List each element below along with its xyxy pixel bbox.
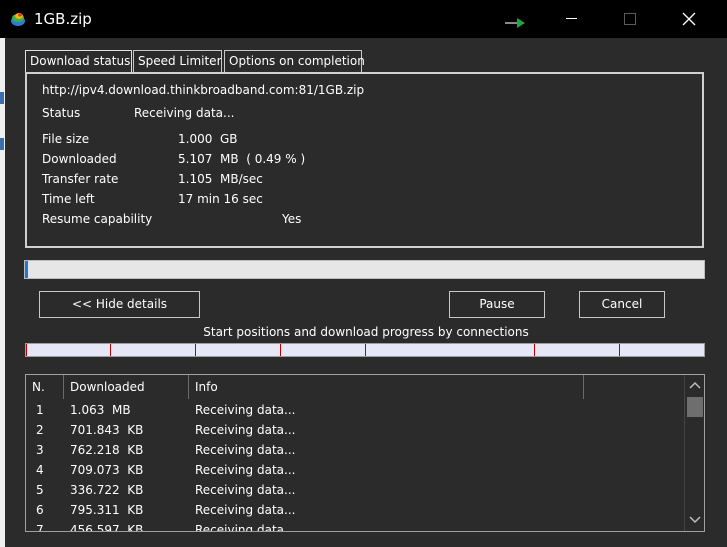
hide-details-button[interactable]: << Hide details bbox=[39, 291, 200, 318]
close-icon bbox=[682, 12, 696, 26]
download-window: 1GB.zip Download status Speed Limiter Op… bbox=[0, 0, 727, 547]
status-value: Receiving data... bbox=[134, 106, 235, 120]
minimize-icon bbox=[566, 18, 577, 19]
cell-info: Receiving data... bbox=[195, 503, 296, 517]
table-row[interactable]: 5 336.722 KB Receiving data... bbox=[26, 480, 684, 500]
downloaded-value: 5.107 MB ( 0.49 % ) bbox=[178, 152, 306, 166]
tab-speed-limiter[interactable]: Speed Limiter bbox=[133, 50, 222, 72]
cell-downloaded: 795.311 KB bbox=[70, 503, 144, 517]
column-header-info[interactable]: Info bbox=[189, 375, 584, 399]
cell-downloaded: 701.843 KB bbox=[70, 423, 144, 437]
title-bar[interactable]: 1GB.zip bbox=[0, 0, 727, 38]
window-title: 1GB.zip bbox=[34, 10, 92, 28]
table-row[interactable]: 2 701.843 KB Receiving data... bbox=[26, 420, 684, 440]
download-progress-bar bbox=[24, 260, 705, 279]
cell-info: Receiving data... bbox=[195, 403, 296, 417]
table-row[interactable]: 7 456.597 KB Receiving data... bbox=[26, 520, 684, 532]
table-scrollbar[interactable] bbox=[684, 375, 704, 531]
tab-options-on-completion[interactable]: Options on completion bbox=[224, 50, 365, 72]
connection-start-marker bbox=[26, 344, 27, 356]
time-left-label: Time left bbox=[42, 192, 95, 206]
cell-downloaded: 456.597 KB bbox=[70, 523, 144, 532]
maximize-button[interactable] bbox=[600, 0, 658, 38]
table-row[interactable]: 6 795.311 KB Receiving data... bbox=[26, 500, 684, 520]
column-header-empty bbox=[584, 375, 684, 399]
table-row[interactable]: 3 762.218 KB Receiving data... bbox=[26, 440, 684, 460]
connections-progress-bar bbox=[25, 343, 705, 357]
downloaded-label: Downloaded bbox=[42, 152, 117, 166]
table-row[interactable]: 4 709.073 KB Receiving data... bbox=[26, 460, 684, 480]
table-header: N. Downloaded Info bbox=[26, 375, 684, 399]
column-header-n[interactable]: N. bbox=[26, 375, 64, 399]
download-progress-fill bbox=[25, 261, 29, 278]
connection-start-marker bbox=[365, 344, 366, 356]
cell-downloaded: 762.218 KB bbox=[70, 443, 144, 457]
cell-info: Receiving data... bbox=[195, 443, 296, 457]
status-label: Status bbox=[42, 106, 81, 120]
cell-n: 5 bbox=[36, 483, 44, 497]
cell-downloaded: 336.722 KB bbox=[70, 483, 144, 497]
close-button[interactable] bbox=[660, 0, 718, 38]
download-url: http://ipv4.download.thinkbroadband.com:… bbox=[42, 83, 365, 97]
connections-caption: Start positions and download progress by… bbox=[203, 325, 529, 339]
background-marker bbox=[0, 92, 4, 104]
idm-globe-icon bbox=[11, 13, 25, 26]
chevron-up-icon[interactable] bbox=[688, 380, 702, 390]
cell-n: 6 bbox=[36, 503, 44, 517]
table-row[interactable]: 1 1.063 MB Receiving data... bbox=[26, 400, 684, 420]
cell-info: Receiving data... bbox=[195, 423, 296, 437]
chevron-down-icon[interactable] bbox=[688, 515, 702, 525]
cell-n: 7 bbox=[36, 523, 44, 532]
cell-info: Receiving data... bbox=[195, 523, 296, 532]
connection-start-marker bbox=[280, 344, 281, 356]
cell-n: 2 bbox=[36, 423, 44, 437]
download-status-panel: http://ipv4.download.thinkbroadband.com:… bbox=[25, 72, 704, 248]
transfer-rate-value: 1.105 MB/sec bbox=[178, 172, 263, 186]
cell-n: 1 bbox=[36, 403, 44, 417]
resume-capability-value: Yes bbox=[282, 212, 302, 226]
connection-start-marker bbox=[534, 344, 535, 356]
cell-n: 4 bbox=[36, 463, 44, 477]
maximize-icon bbox=[624, 13, 636, 25]
minimize-button[interactable] bbox=[542, 0, 600, 38]
connection-start-marker bbox=[195, 344, 196, 356]
connections-table: N. Downloaded Info 1 1.063 MB Receiving … bbox=[25, 374, 705, 532]
connection-start-marker bbox=[619, 344, 620, 356]
tab-download-status[interactable]: Download status bbox=[25, 50, 132, 74]
pause-button[interactable]: Pause bbox=[449, 291, 545, 318]
time-left-value: 17 min 16 sec bbox=[178, 192, 263, 206]
network-arrow-icon bbox=[505, 18, 525, 28]
cell-info: Receiving data... bbox=[195, 483, 296, 497]
dialog-body: Download status Speed Limiter Options on… bbox=[5, 38, 727, 547]
scrollbar-thumb[interactable] bbox=[687, 397, 703, 417]
cell-downloaded: 1.063 MB bbox=[70, 403, 131, 417]
transfer-rate-label: Transfer rate bbox=[42, 172, 119, 186]
file-size-value: 1.000 GB bbox=[178, 132, 238, 146]
connection-start-marker bbox=[110, 344, 111, 356]
cell-n: 3 bbox=[36, 443, 44, 457]
cancel-button[interactable]: Cancel bbox=[579, 291, 665, 318]
resume-capability-label: Resume capability bbox=[42, 212, 153, 226]
file-size-label: File size bbox=[42, 132, 90, 146]
cell-info: Receiving data... bbox=[195, 463, 296, 477]
cell-downloaded: 709.073 KB bbox=[70, 463, 144, 477]
background-marker bbox=[0, 138, 4, 150]
column-header-downloaded[interactable]: Downloaded bbox=[64, 375, 189, 399]
